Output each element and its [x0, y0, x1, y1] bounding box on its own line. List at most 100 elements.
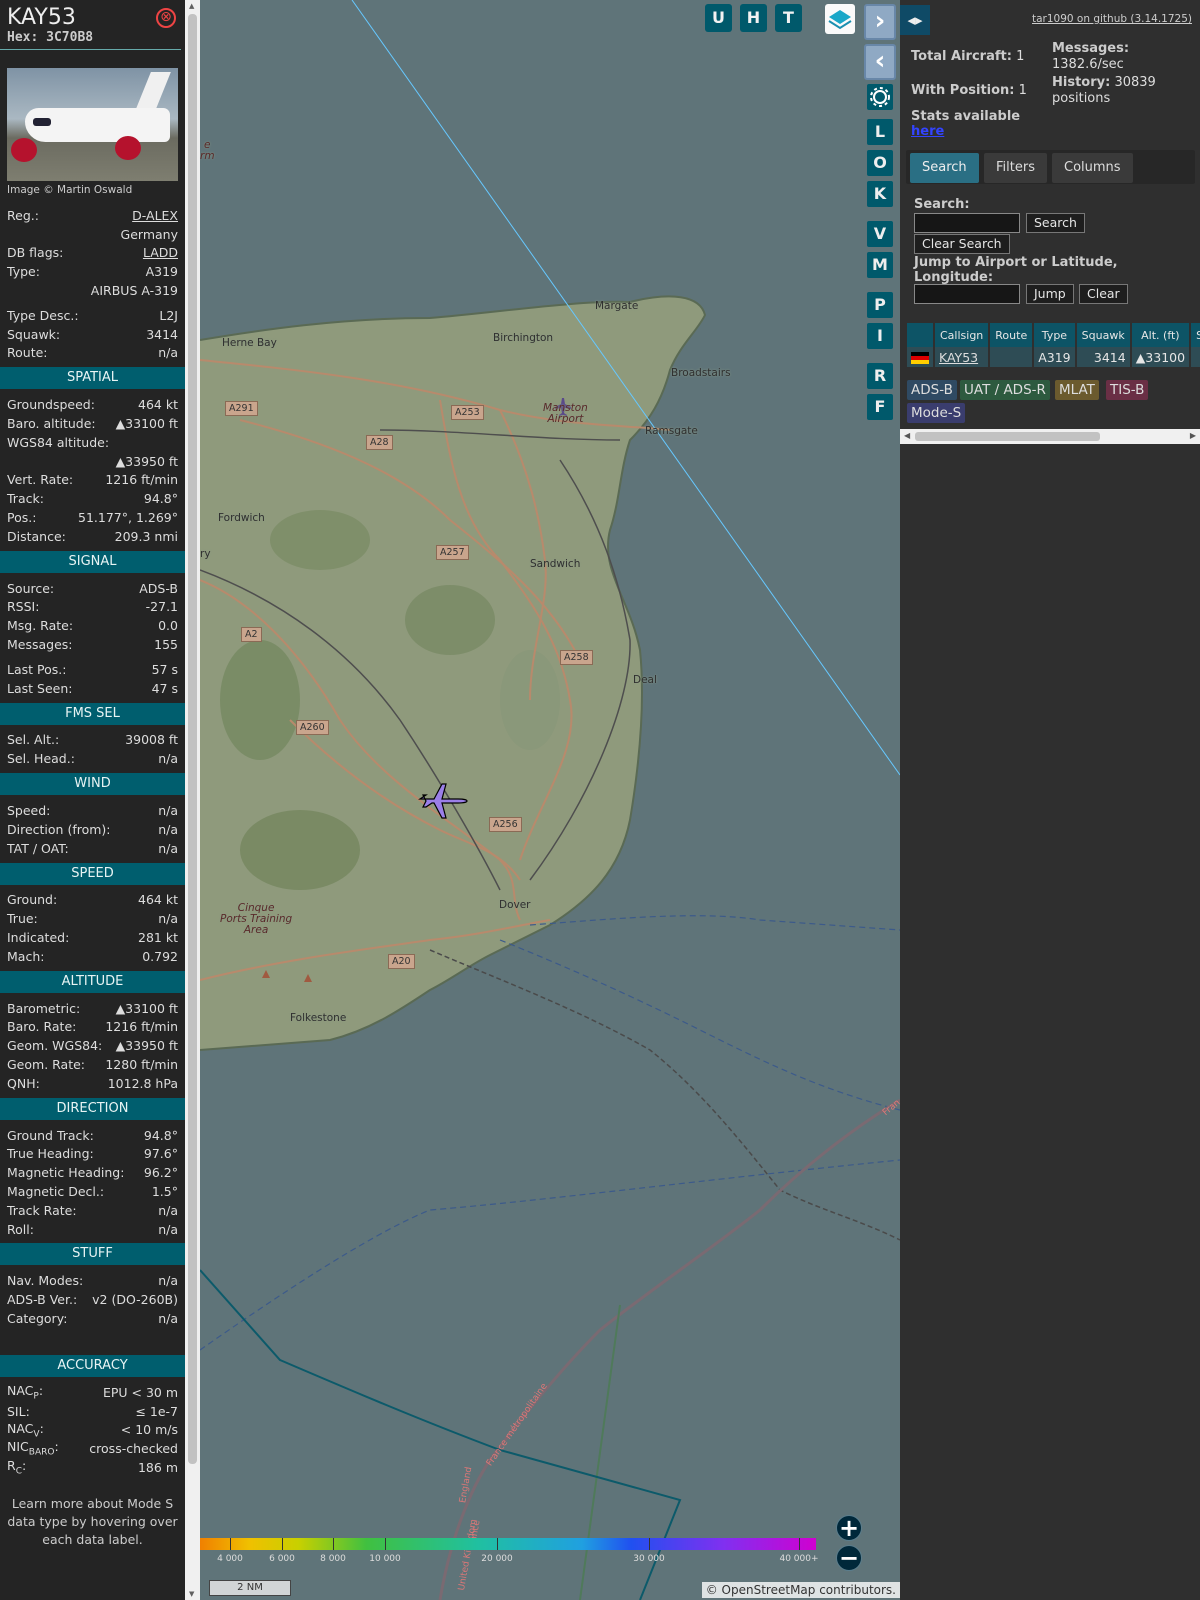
info-label[interactable]: Nav. Modes:: [7, 1273, 83, 1288]
info-label[interactable]: True:: [7, 911, 38, 926]
hscroll-thumb[interactable]: [915, 432, 1100, 441]
info-label[interactable]: Ground:: [7, 892, 57, 907]
info-label[interactable]: Magnetic Heading:: [7, 1165, 124, 1180]
scroll-up-icon[interactable]: ▲: [189, 2, 194, 10]
info-label[interactable]: Ground Track:: [7, 1128, 94, 1143]
info-label[interactable]: RSSI:: [7, 599, 39, 614]
jump-button[interactable]: Jump: [1026, 284, 1074, 304]
scroll-left-icon[interactable]: ◀: [904, 431, 910, 440]
tab-filters[interactable]: Filters: [984, 153, 1047, 183]
info-label[interactable]: Sel. Alt.:: [7, 732, 59, 747]
layers-icon[interactable]: [825, 4, 855, 34]
search-input[interactable]: [914, 213, 1020, 233]
info-label[interactable]: Last Seen:: [7, 681, 72, 696]
stats-link[interactable]: here: [911, 124, 944, 139]
info-label[interactable]: WGS84 altitude:: [7, 435, 109, 450]
info-label[interactable]: Mach:: [7, 949, 44, 964]
zoom-in-button[interactable]: +: [836, 1515, 862, 1541]
zoom-out-button[interactable]: −: [836, 1545, 862, 1571]
info-label[interactable]: Geom. Rate:: [7, 1057, 85, 1072]
search-button[interactable]: Search: [1026, 213, 1085, 233]
column-header[interactable]: Squawk: [1075, 323, 1132, 347]
jump-input[interactable]: [914, 284, 1020, 304]
button-t[interactable]: T: [775, 4, 802, 32]
button-i[interactable]: I: [867, 323, 893, 349]
info-label[interactable]: Pos.:: [7, 510, 36, 525]
info-label[interactable]: Last Pos.:: [7, 662, 66, 677]
map-attribution[interactable]: © OpenStreetMap contributors.: [701, 1582, 900, 1598]
info-label[interactable]: True Heading:: [7, 1146, 94, 1161]
jump-label: Jump to Airport or Latitude, Longitude:: [914, 255, 1118, 285]
info-label[interactable]: Barometric:: [7, 1001, 80, 1016]
info-label[interactable]: Category:: [7, 1311, 67, 1326]
aircraft-info-panel: KAY53 Hex: 3C70B8 ⊗ Image © Martin Oswal…: [0, 0, 185, 1600]
aircraft-photo[interactable]: [7, 68, 178, 181]
info-label[interactable]: Track Rate:: [7, 1203, 77, 1218]
clear-jump-button[interactable]: Clear: [1079, 284, 1128, 304]
callsign-link[interactable]: KAY53: [939, 350, 978, 365]
info-label[interactable]: Distance:: [7, 529, 66, 544]
tab-search[interactable]: Search: [910, 153, 979, 183]
info-label[interactable]: Magnetic Decl.:: [7, 1184, 104, 1199]
info-label[interactable]: Messages:: [7, 637, 73, 652]
table-row[interactable]: KAY53 A319 3414 ▲33100: [907, 347, 1200, 367]
scroll-down-icon[interactable]: ▼: [189, 1590, 194, 1598]
aircraft-marker-icon[interactable]: [418, 778, 468, 822]
scroll-right-icon[interactable]: ▶: [1190, 431, 1196, 440]
column-header[interactable]: [907, 323, 935, 347]
toggle-sidebar-icon[interactable]: ◂▸: [900, 5, 930, 35]
settings-gear-icon[interactable]: [867, 84, 893, 110]
button-h[interactable]: H: [740, 4, 767, 32]
info-label[interactable]: Vert. Rate:: [7, 472, 73, 487]
github-link[interactable]: tar1090 on github (3.14.1725): [1032, 13, 1192, 25]
info-link[interactable]: LADD: [143, 245, 178, 260]
info-label[interactable]: SIL:: [7, 1404, 30, 1419]
button-l[interactable]: L: [867, 119, 893, 145]
info-label[interactable]: Baro. Rate:: [7, 1019, 76, 1034]
info-label[interactable]: Direction (from):: [7, 822, 111, 837]
tab-columns[interactable]: Columns: [1052, 153, 1133, 183]
info-label[interactable]: QNH:: [7, 1076, 40, 1091]
scroll-thumb[interactable]: [188, 14, 197, 1464]
info-label[interactable]: Track:: [7, 491, 44, 506]
collapse-left-icon[interactable]: ‹: [864, 44, 896, 80]
button-o[interactable]: O: [867, 150, 893, 176]
info-label[interactable]: ADS-B Ver.:: [7, 1292, 77, 1307]
info-label[interactable]: TAT / OAT:: [7, 841, 69, 856]
button-f[interactable]: F: [867, 394, 893, 420]
info-label[interactable]: Geom. WGS84:: [7, 1038, 102, 1053]
info-label[interactable]: Indicated:: [7, 930, 69, 945]
button-k[interactable]: K: [867, 181, 893, 207]
button-v[interactable]: V: [867, 221, 893, 247]
info-label[interactable]: Roll:: [7, 1222, 34, 1237]
info-label[interactable]: NACV:: [7, 1421, 44, 1440]
button-u[interactable]: U: [705, 4, 732, 32]
button-p[interactable]: P: [867, 292, 893, 318]
column-header[interactable]: Spd: [1190, 323, 1200, 347]
info-label[interactable]: NACP:: [7, 1383, 43, 1402]
column-header[interactable]: Type: [1033, 323, 1077, 347]
info-scrollbar[interactable]: ▲ ▼: [185, 0, 200, 1600]
info-label[interactable]: RC:: [7, 1458, 26, 1477]
button-m[interactable]: M: [867, 252, 893, 278]
info-label[interactable]: Baro. altitude:: [7, 416, 96, 431]
callsign-cell[interactable]: KAY53: [934, 347, 991, 367]
info-label[interactable]: Speed:: [7, 803, 50, 818]
info-label[interactable]: Source:: [7, 581, 54, 596]
column-header[interactable]: Alt. (ft): [1130, 323, 1192, 347]
info-label[interactable]: Msg. Rate:: [7, 618, 73, 633]
info-label[interactable]: Sel. Head.:: [7, 751, 75, 766]
info-label[interactable]: NICBARO:: [7, 1439, 59, 1458]
button-r[interactable]: R: [867, 363, 893, 389]
clear-search-button[interactable]: Clear Search: [914, 234, 1010, 254]
column-header[interactable]: Route: [989, 323, 1035, 347]
info-link[interactable]: D-ALEX: [132, 208, 178, 223]
table-horizontal-scrollbar[interactable]: ◀ ▶: [900, 429, 1200, 444]
info-value: n/a: [158, 840, 178, 856]
column-header[interactable]: Callsign: [934, 323, 991, 347]
expand-right-icon[interactable]: ›: [864, 4, 896, 40]
map-view[interactable]: Margate Birchington Herne Bay Broadstairs Ma…: [200, 0, 900, 1600]
close-icon[interactable]: ⊗: [156, 8, 176, 28]
label-text: Groundspeed:: [7, 397, 95, 413]
info-label[interactable]: Groundspeed:: [7, 397, 95, 412]
